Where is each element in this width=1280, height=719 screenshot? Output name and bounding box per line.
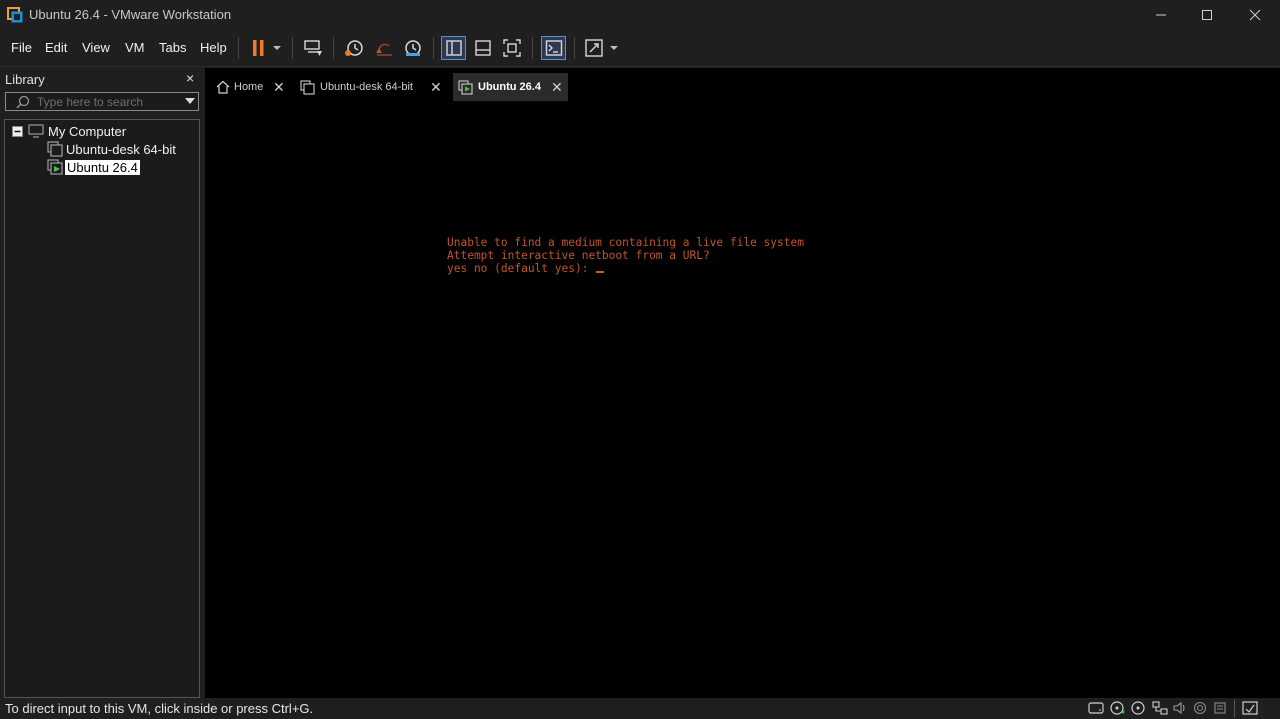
menu-file[interactable]: File bbox=[11, 40, 32, 55]
maximize-button[interactable] bbox=[1184, 0, 1230, 30]
toolbar-separator bbox=[433, 37, 434, 59]
show-library-icon bbox=[445, 40, 462, 56]
library-panel: Library × My Computer Ubuntu-des bbox=[3, 68, 201, 698]
send-ctrl-alt-del-button[interactable] bbox=[301, 36, 325, 60]
stretch-guest-icon bbox=[585, 39, 603, 57]
status-separator bbox=[1234, 700, 1235, 717]
full-screen-icon bbox=[503, 39, 521, 57]
console-line: Attempt interactive netboot from a URL? bbox=[447, 249, 710, 263]
minimize-button[interactable] bbox=[1138, 0, 1184, 30]
tab-label-ubuntu-26-4: Ubuntu 26.4 bbox=[478, 81, 541, 93]
library-close-button[interactable]: × bbox=[186, 70, 194, 86]
hard-disk-icon[interactable] bbox=[1088, 701, 1104, 715]
vm-running-icon bbox=[47, 159, 63, 175]
cd-rom-icon[interactable] bbox=[1110, 701, 1126, 715]
menu-tabs[interactable]: Tabs bbox=[159, 40, 186, 55]
full-screen-button[interactable] bbox=[500, 36, 524, 60]
tree-item-my-computer[interactable]: My Computer bbox=[12, 122, 126, 140]
toolbar-separator bbox=[574, 37, 575, 59]
console-line: Unable to find a medium containing a liv… bbox=[447, 236, 804, 249]
power-dropdown-button[interactable] bbox=[270, 36, 284, 60]
menu-edit[interactable]: Edit bbox=[45, 40, 67, 55]
close-icon bbox=[1249, 9, 1261, 21]
toolbar-separator bbox=[333, 37, 334, 59]
status-message: To direct input to this VM, click inside… bbox=[5, 701, 314, 716]
tab-label-home: Home bbox=[234, 81, 264, 93]
maximize-icon bbox=[1202, 10, 1212, 20]
library-search-box[interactable] bbox=[5, 92, 199, 111]
tree-label-ubuntu-desk: Ubuntu-desk 64-bit bbox=[66, 141, 176, 157]
tab-home[interactable]: Home ✕ bbox=[208, 73, 291, 101]
collapse-icon[interactable] bbox=[12, 125, 23, 137]
tab-close-ubuntu-desk[interactable]: ✕ bbox=[430, 79, 442, 96]
tree-label-ubuntu-26-4: Ubuntu 26.4 bbox=[65, 159, 140, 175]
search-icon bbox=[16, 95, 30, 109]
title-bar: Ubuntu 26.4 - VMware Workstation bbox=[0, 0, 1280, 30]
search-dropdown-icon[interactable] bbox=[185, 97, 195, 105]
tree-label-my-computer: My Computer bbox=[48, 123, 127, 139]
computer-icon bbox=[28, 124, 44, 138]
vm-console-area[interactable]: Home ✕ Ubuntu-desk 64-bit ✕ Ubuntu 26.4 … bbox=[205, 68, 1280, 698]
text-cursor bbox=[596, 271, 605, 274]
thumbnail-bar-button[interactable] bbox=[471, 36, 495, 60]
library-search-input[interactable] bbox=[37, 94, 177, 109]
dropdown-arrow-icon bbox=[273, 46, 281, 50]
dropdown-arrow-icon bbox=[610, 46, 618, 50]
vm-icon bbox=[300, 79, 315, 95]
pause-button[interactable] bbox=[247, 36, 269, 60]
tab-close-home[interactable]: ✕ bbox=[273, 79, 285, 96]
menu-help[interactable]: Help bbox=[200, 40, 227, 55]
thumbnail-bar-icon bbox=[475, 40, 491, 56]
revert-snapshot-icon bbox=[376, 43, 392, 56]
messages-icon[interactable] bbox=[1213, 701, 1229, 715]
library-tree: My Computer Ubuntu-desk 64-bit Ubuntu 26… bbox=[4, 119, 200, 698]
send-ctrl-alt-del-icon bbox=[304, 40, 322, 56]
toolbar-separator bbox=[532, 37, 533, 59]
minimize-icon bbox=[1156, 14, 1166, 16]
close-window-button[interactable] bbox=[1232, 0, 1278, 30]
menu-vm[interactable]: VM bbox=[125, 40, 145, 55]
take-snapshot-icon bbox=[345, 40, 363, 56]
vm-running-icon bbox=[458, 79, 473, 95]
library-title: Library bbox=[5, 72, 45, 87]
revert-snapshot-button[interactable] bbox=[372, 36, 396, 60]
vm-icon bbox=[47, 141, 63, 157]
fit-guest-icon[interactable] bbox=[1242, 701, 1258, 715]
console-view-button[interactable] bbox=[541, 36, 566, 60]
tab-label-ubuntu-desk: Ubuntu-desk 64-bit bbox=[320, 81, 413, 93]
vmware-app-icon bbox=[7, 7, 23, 23]
tab-close-ubuntu-26-4[interactable]: ✕ bbox=[551, 79, 563, 96]
menu-toolbar: File Edit View VM Tabs Help bbox=[0, 30, 1280, 67]
show-library-button[interactable] bbox=[441, 36, 466, 60]
snapshot-manager-icon bbox=[405, 40, 421, 56]
toolbar-separator bbox=[292, 37, 293, 59]
tab-ubuntu-26-4[interactable]: Ubuntu 26.4 ✕ bbox=[453, 73, 568, 101]
toolbar-separator bbox=[238, 37, 239, 59]
console-output[interactable]: Unable to find a medium containing a liv… bbox=[447, 236, 804, 276]
stretch-dropdown-button[interactable] bbox=[607, 36, 621, 60]
sound-icon[interactable] bbox=[1172, 701, 1188, 715]
network-icon[interactable] bbox=[1152, 701, 1168, 715]
tree-item-ubuntu-desk[interactable]: Ubuntu-desk 64-bit bbox=[47, 140, 176, 158]
take-snapshot-button[interactable] bbox=[342, 36, 366, 60]
console-view-icon bbox=[545, 40, 562, 56]
pause-icon bbox=[253, 40, 264, 56]
printer-icon[interactable] bbox=[1193, 701, 1209, 715]
status-bar: To direct input to this VM, click inside… bbox=[0, 698, 1280, 719]
console-line: yes no (default yes): bbox=[447, 262, 596, 276]
menu-view[interactable]: View bbox=[82, 40, 110, 55]
window-title: Ubuntu 26.4 - VMware Workstation bbox=[29, 7, 232, 22]
snapshot-manager-button[interactable] bbox=[401, 36, 425, 60]
tree-item-ubuntu-26-4[interactable]: Ubuntu 26.4 bbox=[47, 158, 140, 176]
tab-ubuntu-desk[interactable]: Ubuntu-desk 64-bit ✕ bbox=[294, 73, 448, 101]
cd-rom-2-icon[interactable] bbox=[1131, 701, 1147, 715]
stretch-guest-button[interactable] bbox=[582, 36, 606, 60]
home-icon bbox=[216, 80, 230, 94]
